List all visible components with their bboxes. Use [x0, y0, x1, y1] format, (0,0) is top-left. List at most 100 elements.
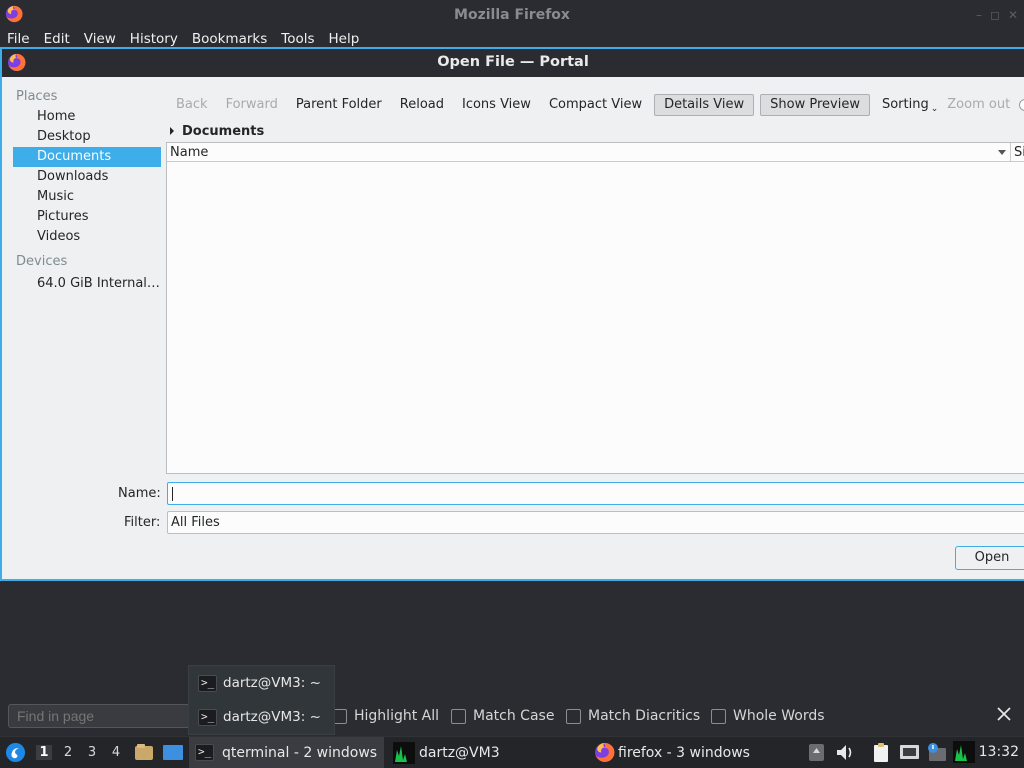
menu-view[interactable]: View — [77, 30, 123, 48]
window-title: Mozilla Firefox — [454, 7, 570, 23]
popup-window-title: dartz@VM3: ~ — [223, 675, 321, 691]
match-case-label: Match Case — [473, 708, 555, 724]
taskbar-window-popup: >_ dartz@VM3: ~ >_ dartz@VM3: ~ — [188, 665, 335, 735]
notification-icon[interactable] — [926, 742, 948, 763]
firefox-titlebar: Mozilla Firefox – ◻ ✕ — [0, 0, 1024, 30]
details-view-button[interactable]: Details View — [654, 94, 755, 116]
breadcrumb[interactable]: Documents — [168, 123, 264, 139]
network-icon[interactable] — [899, 743, 920, 762]
task-system-monitor-label: dartz@VM3 — [419, 744, 500, 761]
workspace-2[interactable]: 2 — [60, 745, 76, 760]
filter-select[interactable]: All Files — [167, 511, 1024, 534]
terminal-icon: >_ — [198, 674, 217, 692]
whole-words-option[interactable]: Whole Words — [711, 708, 825, 724]
maximize-icon[interactable]: ◻ — [990, 8, 1000, 22]
column-header-size[interactable]: Si — [1014, 145, 1024, 160]
sorting-button[interactable]: Sorting — [873, 94, 931, 116]
popup-window-item[interactable]: >_ dartz@VM3: ~ — [198, 706, 321, 728]
match-case-option[interactable]: Match Case — [451, 708, 554, 724]
find-in-page-input[interactable] — [8, 704, 198, 728]
firefox-logo-icon — [595, 743, 615, 762]
task-qterminal[interactable]: >_ qterminal - 2 windows — [189, 737, 384, 768]
clock[interactable]: 13:32 — [979, 744, 1019, 760]
popup-window-item[interactable]: >_ dartz@VM3: ~ — [198, 672, 321, 694]
workspace-1[interactable]: 1 — [36, 745, 52, 760]
column-separator[interactable] — [1010, 143, 1011, 162]
place-desktop[interactable]: Desktop — [12, 127, 162, 147]
compact-view-button[interactable]: Compact View — [540, 94, 651, 116]
whole-words-label: Whole Words — [733, 708, 825, 724]
place-videos[interactable]: Videos — [12, 227, 162, 247]
text-caret — [172, 487, 173, 501]
place-documents[interactable]: Documents — [13, 147, 161, 167]
taskbar: 1 2 3 4 >_ qterminal - 2 windows dartz@V… — [0, 736, 1024, 768]
reload-button[interactable]: Reload — [391, 94, 453, 116]
find-bar: Highlight All Match Case Match Diacritic… — [0, 700, 1024, 734]
workspace-3[interactable]: 3 — [84, 745, 100, 760]
breadcrumb-current[interactable]: Documents — [182, 124, 264, 139]
match-case-checkbox[interactable] — [451, 708, 466, 724]
zoom-slider-handle[interactable] — [1019, 98, 1024, 111]
storage-tray-icon[interactable] — [808, 743, 825, 762]
match-diacritics-label: Match Diacritics — [588, 708, 701, 724]
sorting-dropdown-icon: ⌄ — [930, 104, 939, 114]
name-label: Name: — [118, 486, 161, 501]
forward-button[interactable]: Forward — [217, 94, 287, 116]
close-icon[interactable]: ✕ — [1008, 8, 1018, 22]
open-button[interactable]: Open — [955, 546, 1024, 570]
menu-bookmarks[interactable]: Bookmarks — [185, 30, 274, 48]
menu-edit[interactable]: Edit — [37, 30, 77, 48]
column-header-row: Name Si — [167, 143, 1024, 162]
parent-folder-button[interactable]: Parent Folder — [287, 94, 391, 116]
app-menu-icon[interactable] — [5, 742, 26, 763]
icons-view-button[interactable]: Icons View — [453, 94, 540, 116]
device-internal-drive[interactable]: 64.0 GiB Internal ... — [12, 274, 162, 294]
filter-label: Filter: — [124, 515, 161, 530]
back-button[interactable]: Back — [167, 94, 217, 116]
task-firefox-label: firefox - 3 windows — [618, 744, 750, 761]
volume-icon[interactable] — [835, 743, 855, 762]
menubar: File Edit View History Bookmarks Tools H… — [0, 30, 1024, 48]
place-home[interactable]: Home — [12, 107, 162, 127]
popup-window-title: dartz@VM3: ~ — [223, 709, 321, 725]
workspace-4[interactable]: 4 — [108, 745, 124, 760]
sort-indicator-icon — [998, 150, 1006, 155]
menu-help[interactable]: Help — [322, 30, 367, 48]
place-music[interactable]: Music — [12, 187, 162, 207]
menu-tools[interactable]: Tools — [274, 30, 321, 48]
place-downloads[interactable]: Downloads — [12, 167, 162, 187]
devices-header: Devices — [16, 254, 68, 269]
match-diacritics-option[interactable]: Match Diacritics — [566, 708, 700, 724]
zoom-out-button[interactable]: Zoom out — [938, 94, 1019, 116]
file-manager-icon[interactable] — [134, 743, 154, 761]
filename-input[interactable] — [167, 482, 1024, 505]
show-desktop-icon[interactable] — [162, 744, 184, 761]
cpu-graph-icon[interactable] — [953, 741, 975, 763]
places-panel: Places Home Desktop Documents Downloads … — [12, 87, 162, 294]
highlight-all-option[interactable]: Highlight All — [332, 708, 439, 724]
window-buttons: – ◻ ✕ — [976, 8, 1018, 22]
close-findbar-icon[interactable] — [996, 706, 1012, 722]
whole-words-checkbox[interactable] — [711, 708, 726, 724]
clipboard-icon[interactable] — [872, 742, 892, 763]
menu-file[interactable]: File — [0, 30, 37, 48]
task-firefox[interactable]: firefox - 3 windows — [594, 737, 794, 768]
task-system-monitor[interactable]: dartz@VM3 — [393, 737, 583, 768]
minimize-icon[interactable]: – — [976, 8, 982, 22]
file-list[interactable]: Name Si — [166, 142, 1024, 474]
dialog-titlebar: Open File — Portal — [2, 49, 1024, 77]
dialog-title: Open File — Portal — [437, 54, 589, 70]
terminal-icon: >_ — [198, 708, 217, 726]
place-pictures[interactable]: Pictures — [12, 207, 162, 227]
places-header: Places — [16, 89, 58, 104]
expand-arrow-icon — [170, 127, 174, 135]
task-qterminal-label: qterminal - 2 windows — [222, 744, 378, 761]
show-preview-button[interactable]: Show Preview — [760, 94, 870, 116]
open-file-dialog: Open File — Portal Places Home Desktop D… — [0, 47, 1024, 581]
column-header-name[interactable]: Name — [170, 145, 208, 160]
menu-history[interactable]: History — [123, 30, 185, 48]
highlight-all-label: Highlight All — [354, 708, 440, 724]
dialog-toolbar: Back Forward Parent Folder Reload Icons … — [167, 93, 1024, 117]
match-diacritics-checkbox[interactable] — [566, 708, 581, 724]
terminal-icon: >_ — [195, 744, 214, 761]
